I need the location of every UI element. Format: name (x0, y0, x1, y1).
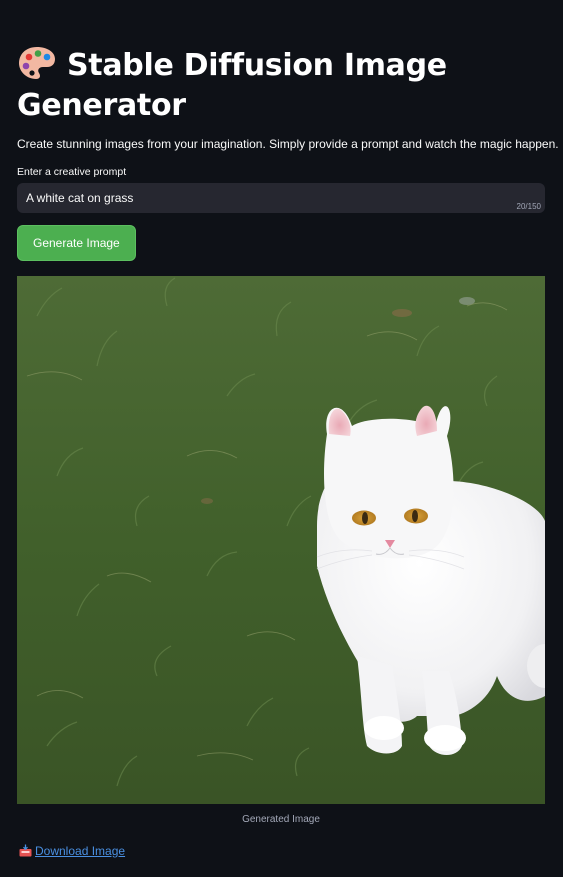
prompt-field: 20/150 (17, 183, 545, 213)
page-title: Stable Diffusion Image Generator (17, 0, 545, 126)
generated-image (17, 276, 545, 804)
inbox-tray-icon (19, 844, 32, 857)
download-label: Download Image (35, 844, 126, 858)
download-image-link[interactable]: Download Image (19, 844, 125, 858)
intro-text: Create stunning images from your imagina… (17, 137, 559, 151)
main-content: Stable Diffusion Image Generator Create … (17, 0, 559, 858)
char-counter: 20/150 (516, 202, 541, 211)
artist-palette-icon (19, 47, 55, 79)
prompt-input[interactable] (17, 183, 545, 213)
image-caption: Generated Image (242, 814, 320, 825)
prompt-label: Enter a creative prompt (17, 166, 127, 178)
generate-image-button[interactable]: Generate Image (17, 225, 136, 261)
page-title-text: Stable Diffusion Image Generator (17, 48, 447, 123)
